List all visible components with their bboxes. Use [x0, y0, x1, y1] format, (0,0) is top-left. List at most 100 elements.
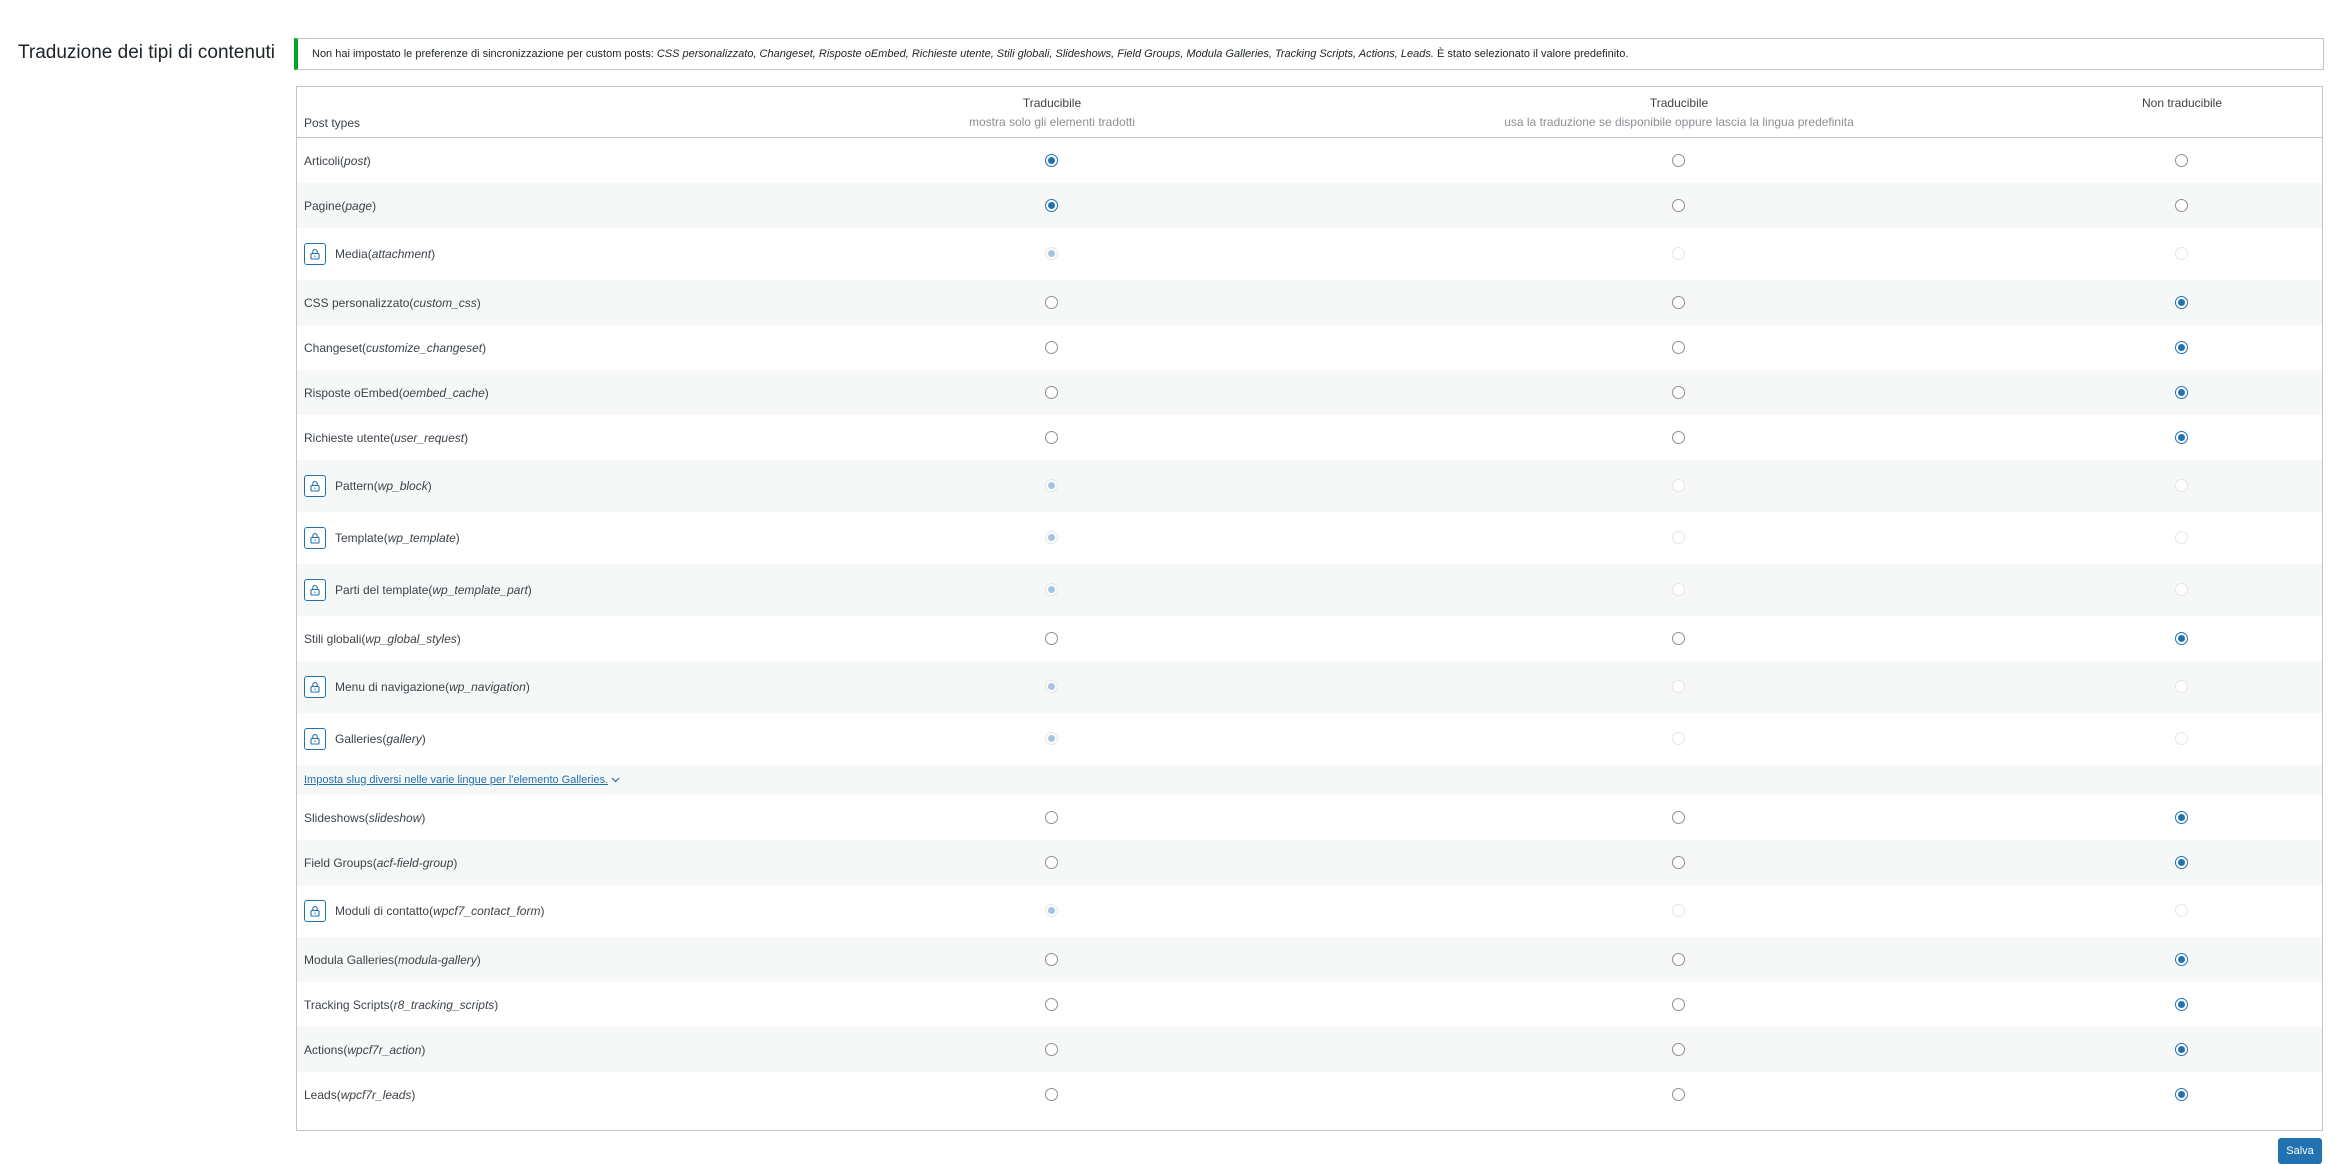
radio-translatable[interactable]	[1045, 340, 1058, 354]
radio-not-translatable	[2175, 732, 2188, 745]
lock-icon[interactable]	[304, 900, 326, 922]
post-type-slug: slideshow	[368, 810, 422, 825]
post-type-label: Parti del template	[335, 583, 429, 597]
post-type-label: Tracking Scripts	[304, 997, 390, 1012]
radio-not-translatable[interactable]	[2175, 810, 2188, 824]
lock-icon[interactable]	[304, 243, 326, 265]
notice-prefix: Non hai impostato le preferenze di sincr…	[312, 48, 657, 60]
radio-not-translatable[interactable]	[2175, 198, 2188, 212]
save-button[interactable]: Salva	[2278, 1138, 2322, 1164]
lock-icon[interactable]	[304, 527, 326, 549]
radio-translatable	[1045, 247, 1058, 260]
table-row: Media (attachment)	[297, 228, 2322, 280]
col-not-translatable-header: Non traducibile	[2142, 96, 2222, 110]
post-type-slug: oembed_cache	[402, 385, 485, 400]
post-type-name: CSS personalizzato (custom_css)	[304, 296, 481, 310]
post-type-label: Moduli di contatto	[335, 904, 430, 918]
paren-close: )	[484, 385, 489, 400]
radio-not-translatable	[2175, 904, 2188, 917]
radio-not-translatable[interactable]	[2175, 430, 2188, 444]
radio-not-translatable[interactable]	[2175, 385, 2188, 399]
post-type-slug: wpcf7r_leads	[340, 1087, 412, 1102]
paren-close: )	[431, 247, 436, 261]
radio-translatable[interactable]	[1045, 952, 1058, 966]
lock-icon[interactable]	[304, 579, 326, 601]
radio-translatable-fallback[interactable]	[1672, 631, 1685, 645]
radio-not-translatable	[2175, 531, 2188, 544]
radio-not-translatable[interactable]	[2175, 1042, 2188, 1056]
radio-translatable[interactable]	[1045, 1042, 1058, 1056]
radio-translatable	[1045, 904, 1058, 917]
radio-translatable-fallback[interactable]	[1672, 430, 1685, 444]
radio-translatable	[1045, 531, 1058, 544]
post-type-name: Media (attachment)	[304, 243, 435, 265]
post-type-name: Richieste utente (user_request)	[304, 431, 468, 445]
radio-translatable	[1045, 680, 1058, 693]
lock-icon[interactable]	[304, 676, 326, 698]
radio-translatable-fallback[interactable]	[1672, 997, 1685, 1011]
radio-not-translatable[interactable]	[2175, 153, 2188, 167]
col-label: Non traducibile	[2141, 96, 2223, 110]
post-type-label: Leads	[304, 1087, 337, 1102]
table-row: Galleries (gallery)	[297, 713, 2322, 765]
post-type-name: Galleries (gallery)	[304, 728, 426, 750]
post-type-name: Moduli di contatto (wpcf7_contact_form)	[304, 900, 544, 922]
translate-slugs-link[interactable]: Imposta slug diversi nelle varie lingue …	[304, 774, 620, 786]
lock-icon[interactable]	[304, 475, 326, 497]
table-row: CSS personalizzato (custom_css)	[297, 280, 2322, 325]
radio-not-translatable	[2175, 247, 2188, 260]
table-row: Template (wp_template)	[297, 512, 2322, 564]
radio-translatable[interactable]	[1045, 430, 1058, 444]
post-type-label: Galleries	[335, 732, 383, 746]
post-type-slug: wp_global_styles	[365, 631, 457, 646]
radio-translatable[interactable]	[1045, 855, 1058, 869]
radio-translatable-fallback[interactable]	[1672, 1042, 1685, 1056]
post-type-label: Stili globali	[304, 631, 362, 646]
radio-translatable-fallback[interactable]	[1672, 295, 1685, 309]
paren-close: )	[527, 583, 532, 597]
radio-translatable[interactable]	[1045, 631, 1058, 645]
radio-translatable[interactable]	[1045, 1087, 1058, 1101]
radio-translatable-fallback[interactable]	[1672, 385, 1685, 399]
radio-not-translatable[interactable]	[2175, 997, 2188, 1011]
post-type-label: Template	[335, 531, 384, 545]
radio-not-translatable[interactable]	[2175, 855, 2188, 869]
post-type-label: Actions	[304, 1042, 344, 1057]
radio-translatable[interactable]	[1045, 997, 1058, 1011]
radio-translatable[interactable]	[1045, 295, 1058, 309]
radio-translatable-fallback[interactable]	[1672, 855, 1685, 869]
radio-translatable[interactable]	[1045, 810, 1058, 824]
radio-translatable-fallback[interactable]	[1672, 153, 1685, 167]
radio-not-translatable[interactable]	[2175, 952, 2188, 966]
post-type-slug: r8_tracking_scripts	[393, 997, 495, 1012]
paren-close: )	[411, 1087, 416, 1102]
radio-translatable-fallback[interactable]	[1672, 340, 1685, 354]
radio-not-translatable[interactable]	[2175, 1087, 2188, 1101]
post-type-name: Leads (wpcf7r_leads)	[304, 1088, 415, 1102]
radio-translatable-fallback[interactable]	[1672, 952, 1685, 966]
radio-not-translatable[interactable]	[2175, 295, 2188, 309]
radio-translatable-fallback[interactable]	[1672, 1087, 1685, 1101]
radio-translatable[interactable]	[1045, 198, 1058, 212]
radio-translatable-fallback[interactable]	[1672, 198, 1685, 212]
radio-translatable-fallback	[1672, 904, 1685, 917]
radio-translatable[interactable]	[1045, 153, 1058, 167]
lock-icon[interactable]	[304, 728, 326, 750]
post-type-name: Modula Galleries (modula-gallery)	[304, 953, 481, 967]
notice-suffix: È stato selezionato il valore predefinit…	[1433, 48, 1629, 60]
radio-not-translatable	[2175, 583, 2188, 596]
radio-translatable-fallback[interactable]	[1672, 810, 1685, 824]
radio-translatable[interactable]	[1045, 385, 1058, 399]
post-type-name: Template (wp_template)	[304, 527, 460, 549]
radio-not-translatable[interactable]	[2175, 631, 2188, 645]
table-row: Tracking Scripts (r8_tracking_scripts)	[297, 982, 2322, 1027]
paren-close: )	[540, 904, 545, 918]
radio-translatable	[1045, 732, 1058, 745]
post-type-name: Stili globali (wp_global_styles)	[304, 632, 461, 646]
post-type-name: Articoli (post)	[304, 154, 371, 168]
radio-not-translatable[interactable]	[2175, 340, 2188, 354]
table-row: Leads (wpcf7r_leads)	[297, 1072, 2322, 1117]
post-type-slug: wp_navigation	[449, 680, 526, 694]
radio-not-translatable	[2175, 680, 2188, 693]
post-type-name: Pattern (wp_block)	[304, 475, 432, 497]
